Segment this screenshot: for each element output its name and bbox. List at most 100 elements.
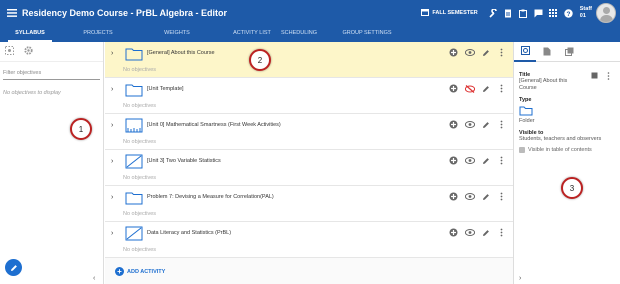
add-icon[interactable] [448, 227, 459, 238]
app-header: Residency Demo Course - PrBL Algebra - E… [0, 0, 620, 26]
hamburger-menu-icon[interactable] [2, 0, 22, 26]
main-tabs: SYLLABUS PROJECTS WEIGHTS ACTIVITY LIST … [0, 26, 620, 42]
edit-fab-button[interactable] [5, 259, 22, 276]
wrench-icon[interactable] [486, 0, 501, 26]
tab-syllabus[interactable]: SYLLABUS [8, 26, 52, 42]
semester-selector[interactable]: FALL SEMESTER [421, 8, 478, 18]
expand-chevron-icon[interactable]: › [111, 158, 113, 165]
more-vertical-icon[interactable] [496, 155, 507, 166]
eye-off-icon[interactable] [464, 83, 475, 94]
checkbox-icon [519, 147, 525, 153]
visible-to-value: Students, teachers and observers [519, 136, 602, 142]
more-vertical-icon[interactable] [496, 47, 507, 58]
toc-label: Visible in table of contents [528, 147, 592, 153]
add-icon[interactable] [448, 191, 459, 202]
clipboard-icon[interactable] [516, 0, 531, 26]
more-vertical-icon[interactable] [496, 83, 507, 94]
expand-chevron-icon[interactable]: › [111, 122, 113, 129]
expand-chevron-icon[interactable]: › [111, 86, 113, 93]
activity-objectives: No objectives [123, 139, 157, 145]
help-icon[interactable]: ? [561, 0, 576, 26]
user-name-line2: 01 [579, 13, 586, 19]
more-vertical-icon[interactable] [496, 227, 507, 238]
type-label: Type [519, 97, 532, 103]
pencil-icon[interactable] [480, 47, 491, 58]
title-value: [General] About this Course [519, 78, 568, 91]
activity-row[interactable]: › Problem 7: Devising a Measure for Corr… [105, 186, 513, 222]
activity-row[interactable]: › [Unit Template] No objectives [105, 78, 513, 114]
activity-objectives: No objectives [123, 103, 157, 109]
target-icon[interactable] [5, 46, 14, 57]
activity-objectives: No objectives [123, 175, 157, 181]
more-vertical-icon[interactable] [496, 191, 507, 202]
app-title: Residency Demo Course - PrBL Algebra - E… [22, 8, 228, 18]
properties-panel: Title [General] About this Course Type F… [513, 42, 620, 284]
add-activity-button[interactable]: + ADD ACTIVITY [115, 267, 165, 276]
collapse-right-button[interactable]: › [519, 275, 521, 282]
tab-group-settings[interactable]: GROUP SETTINGS [336, 26, 398, 42]
avatar[interactable] [596, 3, 616, 23]
settings-tab-icon[interactable] [514, 42, 536, 62]
activity-row[interactable]: › [General] About this Course No objecti… [105, 42, 513, 78]
activity-row[interactable]: › [Unit 0] Mathematical Smartness (First… [105, 114, 513, 150]
type-value: Folder [519, 118, 535, 124]
eye-icon[interactable] [464, 47, 475, 58]
eye-icon[interactable] [464, 119, 475, 130]
activity-title[interactable]: [Unit 3] Two Variable Statistics [147, 158, 221, 164]
tab-projects[interactable]: PROJECTS [76, 26, 120, 42]
ruler-icon [125, 118, 143, 133]
svg-text:?: ? [566, 11, 570, 18]
chat-icon[interactable] [531, 0, 546, 26]
pencil-icon[interactable] [480, 191, 491, 202]
activity-title[interactable]: Data Literacy and Statistics (PrBL) [147, 230, 231, 236]
line-chart-icon [125, 154, 143, 169]
pencil-icon[interactable] [480, 83, 491, 94]
add-icon[interactable] [448, 155, 459, 166]
document-icon[interactable] [501, 0, 516, 26]
expand-chevron-icon[interactable]: › [111, 50, 113, 57]
pencil-icon[interactable] [480, 155, 491, 166]
expand-chevron-icon[interactable]: › [111, 194, 113, 201]
activity-title[interactable]: [Unit Template] [147, 86, 184, 92]
tab-scheduling[interactable]: SCHEDULING [270, 26, 328, 42]
row-actions [448, 83, 507, 94]
apps-grid-icon[interactable] [546, 0, 561, 26]
row-actions [448, 227, 507, 238]
collapse-left-button[interactable]: ‹ [93, 275, 95, 282]
folder-icon [125, 46, 143, 61]
user-name[interactable]: Staff 01 [580, 6, 592, 20]
more-vertical-icon[interactable] [607, 72, 610, 82]
expand-chevron-icon[interactable]: › [111, 230, 113, 237]
folder-icon [519, 105, 615, 118]
activity-row[interactable]: › [Unit 3] Two Variable Statistics No ob… [105, 150, 513, 186]
folder-icon [125, 190, 143, 205]
activity-objectives: No objectives [123, 211, 157, 217]
more-vertical-icon[interactable] [496, 119, 507, 130]
pencil-icon[interactable] [480, 227, 491, 238]
tab-weights[interactable]: WEIGHTS [155, 26, 199, 42]
activity-objectives: No objectives [123, 247, 157, 253]
header-actions: FALL SEMESTER ? Staff 01 [421, 0, 620, 26]
activity-row[interactable]: › Data Literacy and Statistics (PrBL) No… [105, 222, 513, 258]
add-icon[interactable] [448, 47, 459, 58]
activity-title[interactable]: Problem 7: Devising a Measure for Correl… [147, 194, 274, 200]
eye-icon[interactable] [464, 155, 475, 166]
image-icon[interactable] [591, 72, 598, 81]
activity-title[interactable]: [Unit 0] Mathematical Smartness (First W… [147, 122, 281, 128]
document-tab-icon[interactable] [536, 42, 558, 62]
toc-checkbox[interactable]: Visible in table of contents [519, 147, 615, 153]
callout-marker: 3 [561, 177, 583, 199]
activity-list: › [General] About this Course No objecti… [105, 42, 513, 284]
add-icon[interactable] [448, 83, 459, 94]
activity-title[interactable]: [General] About this Course [147, 50, 215, 56]
filter-objectives-input[interactable]: Filter objectives [3, 68, 100, 80]
pencil-icon[interactable] [480, 119, 491, 130]
eye-icon[interactable] [464, 227, 475, 238]
eye-icon[interactable] [464, 191, 475, 202]
calendar-icon [421, 8, 430, 18]
type-property: Type Folder [514, 97, 620, 125]
copy-tab-icon[interactable] [558, 42, 580, 62]
add-icon[interactable] [448, 119, 459, 130]
gear-icon[interactable] [24, 46, 33, 57]
add-icon: + [115, 267, 124, 276]
